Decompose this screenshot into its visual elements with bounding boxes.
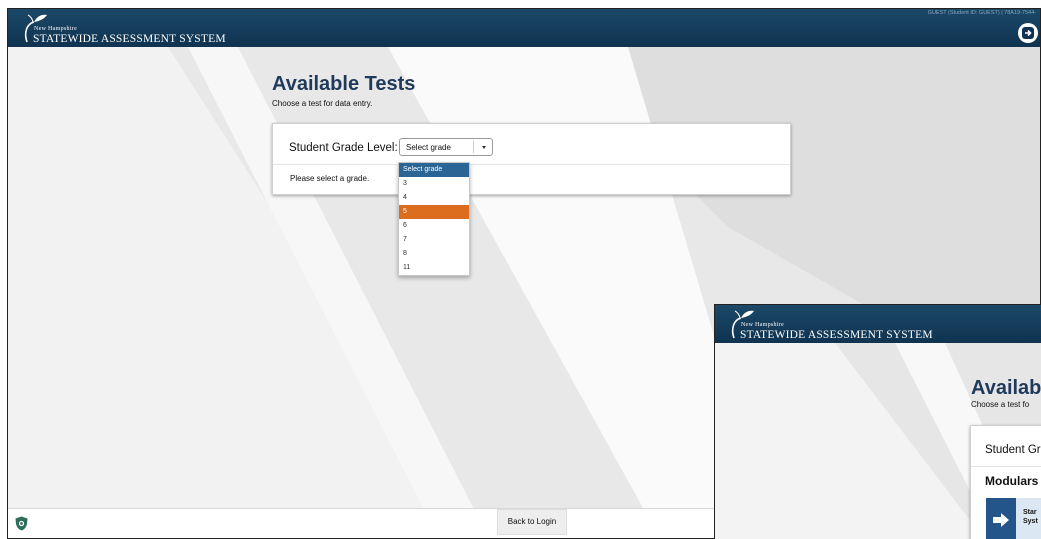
grade-card: Student Grade Level: Select grade Please… xyxy=(272,123,791,195)
start-test-label-box[interactable]: Star Syst xyxy=(1016,498,1041,539)
grade-card: Student Gr Modulars Star Syst xyxy=(970,425,1041,539)
back-to-login-button[interactable]: Back to Login xyxy=(497,509,567,535)
grade-dropdown[interactable]: Select grade 3 4 5 6 7 8 11 xyxy=(398,162,470,276)
start-test-button[interactable] xyxy=(986,498,1016,539)
grade-message: Please select a grade. xyxy=(290,174,370,183)
header-bar: New Hampshire STATEWIDE ASSESSMENT SYSTE… xyxy=(8,9,1040,47)
page-title: Available Tests xyxy=(272,73,416,95)
guest-info: GUEST (Student ID: GUEST) | 78A19-7544- xyxy=(927,10,1036,16)
start-line-2: Syst xyxy=(1023,518,1038,525)
brand-title: STATEWIDE ASSESSMENT SYSTEM xyxy=(740,329,933,341)
brand-title: STATEWIDE ASSESSMENT SYSTEM xyxy=(33,33,226,45)
grade-label: Student Grade Level: xyxy=(289,142,398,154)
page-subtitle: Choose a test for data entry. xyxy=(272,99,373,108)
grade-select[interactable]: Select grade xyxy=(399,138,493,156)
logout-button[interactable] xyxy=(1018,23,1038,43)
chevron-down-icon xyxy=(482,146,486,149)
grade-label: Student Gr xyxy=(985,444,1041,456)
start-line-1: Star xyxy=(1023,509,1037,516)
start-test-label: Star Syst xyxy=(1023,508,1038,526)
page-title: Availabl xyxy=(971,377,1041,399)
shield-icon[interactable] xyxy=(15,516,28,531)
brand-state: New Hampshire xyxy=(34,26,78,32)
section-title: Modulars xyxy=(985,474,1039,488)
dropdown-option-highlighted[interactable]: 5 xyxy=(399,205,469,219)
dropdown-option[interactable]: 3 xyxy=(399,177,469,191)
select-divider xyxy=(473,141,474,153)
dropdown-option[interactable]: 11 xyxy=(399,261,469,275)
dropdown-option[interactable]: 8 xyxy=(399,247,469,261)
page-subtitle: Choose a test fo xyxy=(971,400,1030,409)
second-window: New Hampshire STATEWIDE ASSESSMENT SYSTE… xyxy=(714,304,1041,539)
brand-state: New Hampshire xyxy=(741,322,785,328)
card-divider xyxy=(273,164,790,165)
dropdown-option[interactable]: Select grade xyxy=(399,163,469,177)
header-bar: New Hampshire STATEWIDE ASSESSMENT SYSTE… xyxy=(715,305,1041,343)
dropdown-option[interactable]: 4 xyxy=(399,191,469,205)
arrow-right-icon xyxy=(993,513,1009,527)
dropdown-option[interactable]: 7 xyxy=(399,233,469,247)
logout-icon xyxy=(1022,27,1034,39)
grade-select-value: Select grade xyxy=(406,143,451,152)
card-divider xyxy=(971,466,1041,467)
dropdown-option[interactable]: 6 xyxy=(399,219,469,233)
